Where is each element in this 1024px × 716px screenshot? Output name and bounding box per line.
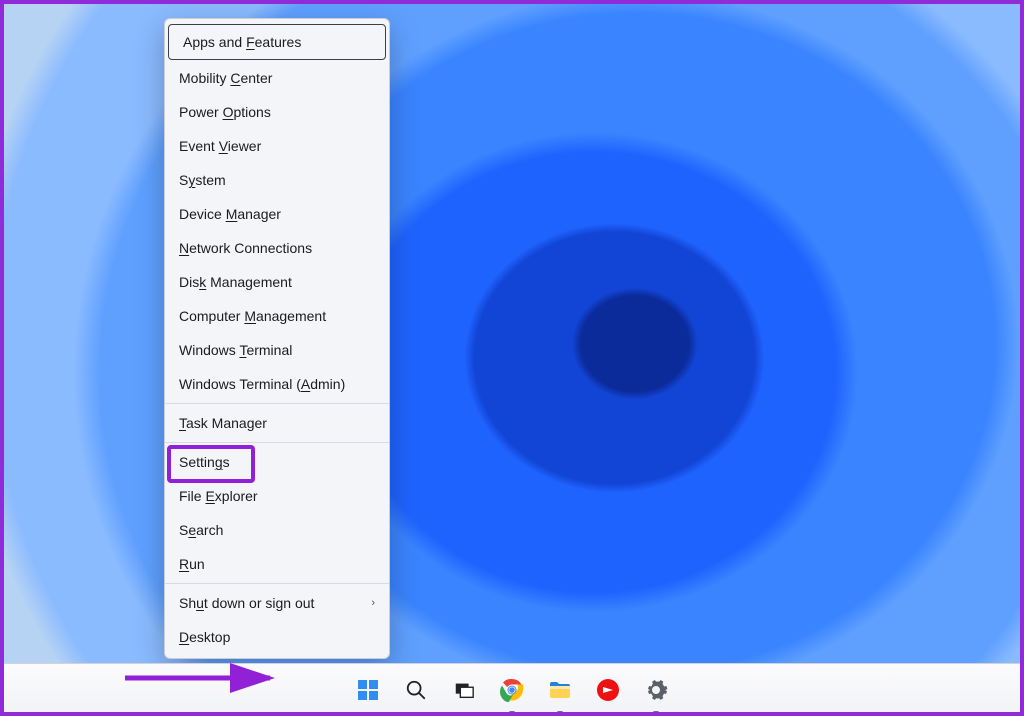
- windows-logo-icon: [356, 678, 380, 702]
- menu-item-label: Shut down or sign out: [179, 595, 314, 611]
- menu-item-label: Task Manager: [179, 415, 267, 431]
- red-app-icon: [596, 678, 620, 702]
- menu-item-event-viewer[interactable]: Event Viewer: [165, 129, 389, 163]
- file-explorer-button[interactable]: [544, 674, 576, 706]
- menu-item-apps-and-features[interactable]: Apps and Features: [168, 24, 386, 60]
- chevron-right-icon: ›: [371, 597, 375, 609]
- menu-item-power-options[interactable]: Power Options: [165, 95, 389, 129]
- menu-item-label: Computer Management: [179, 308, 326, 324]
- folder-icon: [548, 678, 572, 702]
- chrome-icon: [500, 678, 524, 702]
- menu-item-label: Event Viewer: [179, 138, 261, 154]
- menu-item-computer-management[interactable]: Computer Management: [165, 299, 389, 333]
- menu-item-label: Network Connections: [179, 240, 312, 256]
- menu-item-mobility-center[interactable]: Mobility Center: [165, 61, 389, 95]
- menu-item-system[interactable]: System: [165, 163, 389, 197]
- menu-item-file-explorer[interactable]: File Explorer: [165, 479, 389, 513]
- task-view-icon: [453, 679, 475, 701]
- menu-item-label: Desktop: [179, 629, 230, 645]
- menu-item-label: Search: [179, 522, 223, 538]
- desktop-wallpaper: [0, 0, 1024, 716]
- menu-item-label: Disk Management: [179, 274, 292, 290]
- menu-separator: [165, 583, 389, 584]
- menu-item-disk-management[interactable]: Disk Management: [165, 265, 389, 299]
- taskbar: [0, 663, 1024, 716]
- menu-item-windows-terminal[interactable]: Windows Terminal: [165, 333, 389, 367]
- search-icon: [405, 679, 427, 701]
- gear-icon: [644, 678, 668, 702]
- menu-item-label: Apps and Features: [183, 34, 301, 50]
- menu-item-label: Device Manager: [179, 206, 281, 222]
- menu-item-label: Windows Terminal (Admin): [179, 376, 345, 392]
- winx-context-menu: Apps and Features Mobility Center Power Op…: [164, 18, 390, 659]
- menu-item-desktop[interactable]: Desktop: [165, 620, 389, 654]
- menu-item-windows-terminal-admin-[interactable]: Windows Terminal (Admin): [165, 367, 389, 401]
- menu-item-network-connections[interactable]: Network Connections: [165, 231, 389, 265]
- menu-item-device-manager[interactable]: Device Manager: [165, 197, 389, 231]
- settings-button[interactable]: [640, 674, 672, 706]
- menu-separator: [165, 403, 389, 404]
- menu-item-label: Run: [179, 556, 205, 572]
- app-pinned-button[interactable]: [592, 674, 624, 706]
- menu-separator: [165, 442, 389, 443]
- menu-item-run[interactable]: Run: [165, 547, 389, 581]
- chrome-button[interactable]: [496, 674, 528, 706]
- start-button[interactable]: [352, 674, 384, 706]
- menu-item-settings[interactable]: Settings: [165, 445, 389, 479]
- task-view-button[interactable]: [448, 674, 480, 706]
- search-button[interactable]: [400, 674, 432, 706]
- menu-item-label: Power Options: [179, 104, 271, 120]
- menu-item-shut-down-or-sign-out[interactable]: Shut down or sign out ›: [165, 586, 389, 620]
- menu-item-label: System: [179, 172, 226, 188]
- menu-item-task-manager[interactable]: Task Manager: [165, 406, 389, 440]
- menu-item-label: File Explorer: [179, 488, 258, 504]
- menu-item-search[interactable]: Search: [165, 513, 389, 547]
- menu-item-label: Windows Terminal: [179, 342, 292, 358]
- menu-item-label: Settings: [179, 454, 230, 470]
- menu-item-label: Mobility Center: [179, 70, 272, 86]
